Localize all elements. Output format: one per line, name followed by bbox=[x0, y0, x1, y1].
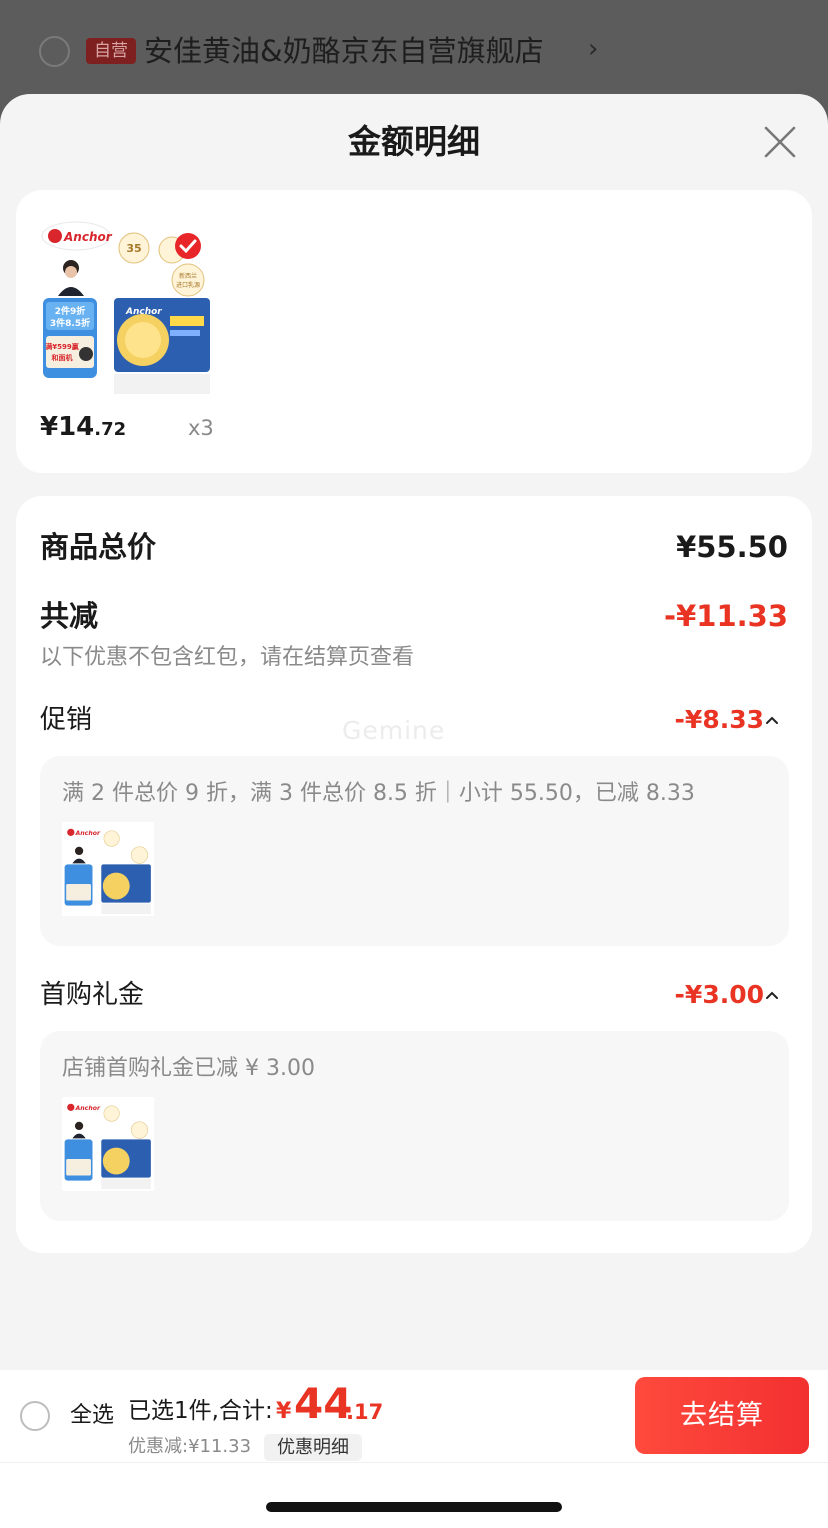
svg-text:进口乳源: 进口乳源 bbox=[176, 281, 200, 289]
svg-text:Anchor: Anchor bbox=[74, 830, 101, 837]
sheet-title: 金额明细 bbox=[348, 122, 480, 161]
svg-text:35: 35 bbox=[126, 242, 141, 255]
total-price-value: ¥55.50 bbox=[676, 530, 788, 564]
brand-logo-text: Anchor bbox=[63, 230, 113, 244]
price-decimal: .72 bbox=[94, 419, 127, 440]
price-integer: ¥14 bbox=[40, 412, 95, 442]
store-name: 安佳黄油&奶酪京东自营旗舰店 bbox=[144, 34, 544, 68]
svg-text:3件8.5折: 3件8.5折 bbox=[50, 317, 90, 329]
promotion-product-thumb[interactable]: Anchor bbox=[62, 822, 154, 916]
total-amount-decimal: .17 bbox=[346, 1400, 384, 1424]
total-reduction-label: 共减 bbox=[40, 599, 99, 633]
first-gift-label: 首购礼金 bbox=[40, 980, 145, 1010]
discount-detail-link[interactable]: 优惠明细 bbox=[264, 1434, 362, 1461]
svg-text:新西兰: 新西兰 bbox=[179, 272, 197, 280]
product-image[interactable]: Anchor 2件9折 3件8.5折 满¥599赢 和面机 35 新西兰 进口乳… bbox=[38, 216, 216, 398]
watermark-text: Gemine bbox=[342, 716, 446, 745]
svg-text:Anchor: Anchor bbox=[125, 307, 162, 317]
first-gift-value: -¥3.00 bbox=[674, 980, 764, 1009]
chevron-up-icon[interactable] bbox=[764, 714, 780, 726]
total-currency-symbol: ¥ bbox=[276, 1399, 292, 1424]
chevron-right-icon: › bbox=[588, 34, 599, 64]
checkout-button[interactable]: 去结算 bbox=[635, 1377, 809, 1454]
product-price: ¥14.72 bbox=[40, 410, 126, 447]
store-select-radio bbox=[39, 36, 70, 67]
self-operated-badge: 自营 bbox=[86, 38, 136, 64]
svg-text:满¥599赢: 满¥599赢 bbox=[45, 342, 78, 351]
divider bbox=[0, 1462, 828, 1463]
chevron-up-icon[interactable] bbox=[764, 989, 780, 1001]
svg-text:2件9折: 2件9折 bbox=[55, 305, 86, 317]
select-all-radio[interactable] bbox=[20, 1401, 50, 1431]
selected-count-text: 已选1件,合计: bbox=[128, 1398, 273, 1424]
total-price-label: 商品总价 bbox=[40, 530, 157, 564]
promotion-label: 促销 bbox=[40, 705, 93, 735]
home-indicator bbox=[266, 1502, 562, 1512]
svg-text:Anchor: Anchor bbox=[74, 1105, 101, 1112]
svg-text:和面机: 和面机 bbox=[51, 353, 73, 362]
first-gift-detail-text: 店铺首购礼金已减 ¥ 3.00 bbox=[62, 1056, 315, 1081]
discount-amount-text: 优惠减:¥11.33 bbox=[128, 1436, 252, 1457]
reduction-note: 以下优惠不包含红包，请在结算页查看 bbox=[40, 645, 415, 670]
select-all-label[interactable]: 全选 bbox=[70, 1400, 114, 1432]
close-icon[interactable] bbox=[762, 124, 798, 160]
product-quantity: x3 bbox=[188, 416, 214, 440]
total-reduction-value: -¥11.33 bbox=[664, 599, 788, 633]
first-gift-product-thumb[interactable]: Anchor bbox=[62, 1097, 154, 1191]
promotion-detail-text: 满 2 件总价 9 折，满 3 件总价 8.5 折｜小计 55.50，已减 8.… bbox=[62, 781, 695, 806]
total-amount-integer: 44 bbox=[294, 1379, 353, 1428]
promotion-value: -¥8.33 bbox=[674, 705, 764, 734]
